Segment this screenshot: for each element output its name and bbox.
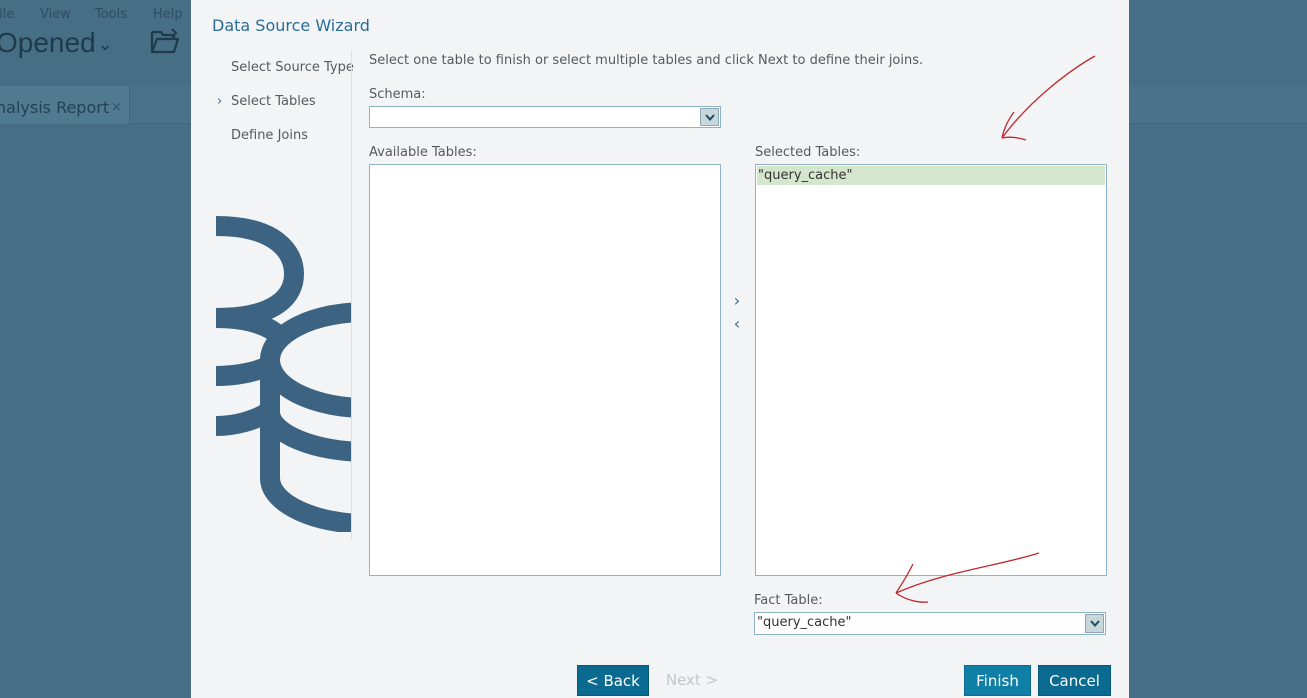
cancel-button[interactable]: Cancel	[1038, 665, 1111, 696]
schema-select[interactable]	[369, 106, 721, 128]
instructions: Select one table to finish or select mul…	[369, 53, 924, 68]
selected-tables-label: Selected Tables:	[755, 145, 861, 160]
menu-tools[interactable]: Tools	[95, 7, 127, 22]
back-button[interactable]: < Back	[577, 665, 649, 696]
move-left-button[interactable]: ‹	[729, 316, 745, 333]
move-right-button[interactable]: ›	[729, 293, 745, 310]
list-item[interactable]: "query_cache"	[757, 166, 1105, 185]
chevron-right-icon: ›	[217, 94, 223, 109]
opened-menu[interactable]: Opened ⌄	[0, 27, 113, 59]
opened-label: Opened	[0, 27, 96, 58]
available-tables-list[interactable]	[369, 164, 721, 576]
finish-button[interactable]: Finish	[964, 665, 1031, 696]
menu-view[interactable]: View	[40, 7, 71, 22]
database-icon	[216, 216, 352, 532]
data-source-wizard-dialog: Data Source Wizard Select Source Type › …	[191, 0, 1129, 698]
fact-table-select[interactable]: "query_cache"	[754, 612, 1106, 635]
fact-table-value: "query_cache"	[757, 615, 852, 630]
chevron-down-icon	[1090, 620, 1100, 628]
close-icon[interactable]: ×	[111, 100, 122, 115]
folder-open-icon[interactable]	[150, 28, 180, 54]
chevron-down-icon	[705, 114, 715, 122]
menu-help[interactable]: Help	[153, 7, 183, 22]
steps-divider	[351, 50, 352, 540]
fact-table-dropdown-button[interactable]	[1085, 614, 1104, 633]
schema-dropdown-button[interactable]	[700, 108, 719, 126]
step-define-joins[interactable]: Define Joins	[231, 128, 308, 143]
dialog-title: Data Source Wizard	[212, 16, 370, 35]
fact-table-label: Fact Table:	[754, 593, 823, 608]
selected-tables-list[interactable]: "query_cache"	[755, 164, 1107, 576]
available-tables-label: Available Tables:	[369, 145, 477, 160]
step-select-source-type[interactable]: Select Source Type	[231, 60, 354, 75]
chevron-down-icon: ⌄	[97, 34, 113, 55]
step-select-tables[interactable]: Select Tables	[231, 94, 316, 109]
next-button[interactable]: Next >	[658, 665, 726, 696]
menu-file[interactable]: ile	[0, 7, 14, 22]
tab-label: nalysis Report	[0, 98, 110, 117]
schema-label: Schema:	[369, 87, 426, 102]
